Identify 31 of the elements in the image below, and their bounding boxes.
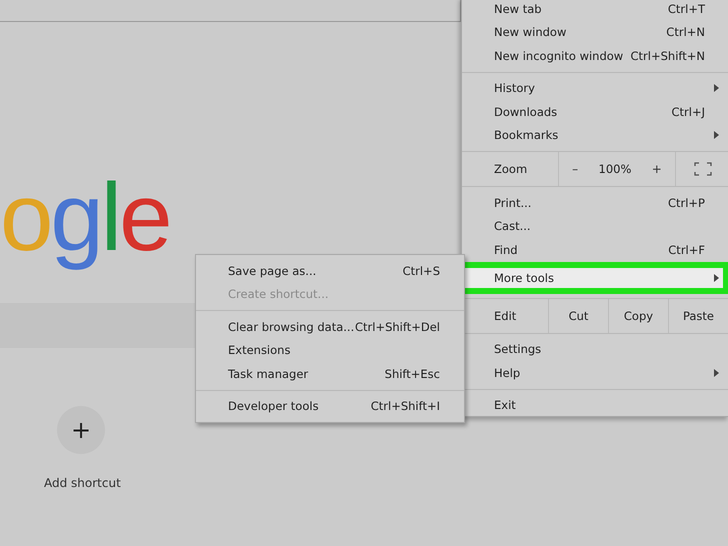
menu-item[interactable]: Downloads Ctrl+J <box>462 100 728 124</box>
add-shortcut-label: Add shortcut <box>44 476 121 490</box>
menu-item[interactable]: Cast... <box>462 214 728 238</box>
submenu-item[interactable]: Clear browsing data...Ctrl+Shift+Del <box>196 315 464 338</box>
menu-item[interactable]: Help <box>462 361 728 384</box>
submenu-arrow-icon <box>714 368 719 377</box>
zoom-out-button[interactable]: – <box>566 162 584 176</box>
menu-item[interactable]: New incognito window Ctrl+Shift+N <box>462 44 728 68</box>
submenu-item[interactable]: Extensions <box>196 338 464 362</box>
menu-item[interactable]: Exit <box>462 394 728 417</box>
submenu-arrow-icon <box>714 84 719 92</box>
fullscreen-icon[interactable] <box>694 162 712 176</box>
edit-action-button[interactable]: Cut <box>548 298 608 332</box>
menu-item[interactable]: New window Ctrl+N <box>462 20 728 44</box>
menu-item[interactable]: Settings <box>462 338 728 361</box>
edit-action-button[interactable]: Copy <box>608 298 668 332</box>
add-shortcut-button[interactable]: + <box>57 406 105 454</box>
zoom-label: Zoom <box>493 162 528 176</box>
submenu-arrow-icon <box>714 274 719 282</box>
submenu-arrow-icon <box>714 131 719 140</box>
menu-item[interactable]: Print... Ctrl+P <box>462 191 728 214</box>
zoom-value: 100% <box>598 162 632 176</box>
edit-action-button[interactable]: Paste <box>668 298 728 332</box>
menu-item[interactable]: Bookmarks <box>462 124 728 147</box>
submenu-item[interactable]: Task manager Shift+Esc <box>196 362 464 386</box>
menu-item[interactable]: New tab Ctrl+T <box>462 0 728 20</box>
menu-item[interactable]: Find Ctrl+F <box>462 238 728 262</box>
edit-label: Edit <box>493 308 518 322</box>
submenu-item[interactable]: Developer tools Ctrl+Shift+I <box>196 394 464 418</box>
menu-item[interactable]: History <box>462 76 728 100</box>
zoom-in-button[interactable]: + <box>646 162 668 176</box>
